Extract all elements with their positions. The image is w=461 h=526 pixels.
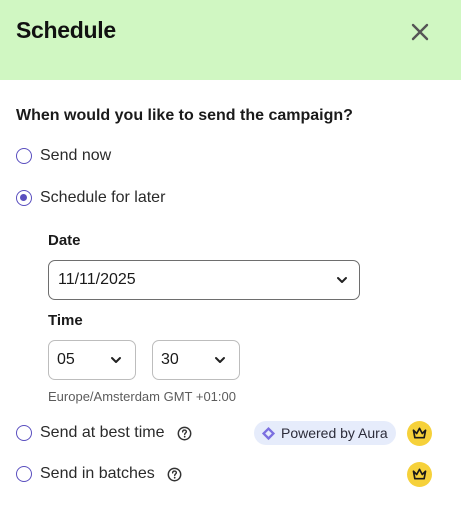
crown-icon	[412, 468, 427, 480]
chevron-down-icon	[337, 277, 347, 283]
radio-best-time[interactable]: Send at best time	[16, 424, 193, 442]
date-value: 11/11/2025	[58, 271, 136, 288]
crown-icon	[412, 427, 427, 439]
powered-by-aura-badge[interactable]: Powered by Aura	[254, 421, 396, 445]
timezone-text: Europe/Amsterdam GMT +01:00	[48, 389, 236, 404]
radio-label: Send in batches	[40, 465, 155, 482]
radio-batches[interactable]: Send in batches	[16, 465, 183, 483]
radio-button[interactable]	[16, 425, 32, 441]
close-icon	[411, 23, 429, 41]
radio-label: Send at best time	[40, 424, 165, 441]
date-select[interactable]: 11/11/2025	[48, 260, 360, 300]
modal-header: Schedule	[0, 0, 461, 80]
premium-crown-icon	[407, 462, 432, 487]
radio-button[interactable]	[16, 466, 32, 482]
chevron-down-icon	[215, 357, 225, 363]
powered-by-label: Powered by Aura	[281, 425, 388, 441]
radio-button[interactable]	[16, 148, 32, 164]
close-button[interactable]	[404, 16, 436, 48]
premium-crown-icon	[407, 421, 432, 446]
minute-value: 30	[161, 351, 179, 368]
radio-send-now[interactable]: Send now	[16, 147, 111, 165]
diamond-icon	[261, 426, 276, 440]
time-label: Time	[48, 312, 83, 329]
radio-label: Send now	[40, 147, 112, 164]
radio-schedule-later[interactable]: Schedule for later	[16, 189, 165, 207]
radio-label: Schedule for later	[40, 189, 166, 206]
hour-value: 05	[57, 351, 75, 368]
radio-button[interactable]	[16, 190, 32, 206]
hour-select[interactable]: 05	[48, 340, 136, 380]
help-icon[interactable]	[177, 425, 193, 441]
chevron-down-icon	[111, 357, 121, 363]
date-label: Date	[48, 232, 81, 249]
modal-title: Schedule	[16, 17, 116, 43]
minute-select[interactable]: 30	[152, 340, 240, 380]
send-question: When would you like to send the campaign…	[16, 107, 353, 124]
help-icon[interactable]	[167, 466, 183, 482]
